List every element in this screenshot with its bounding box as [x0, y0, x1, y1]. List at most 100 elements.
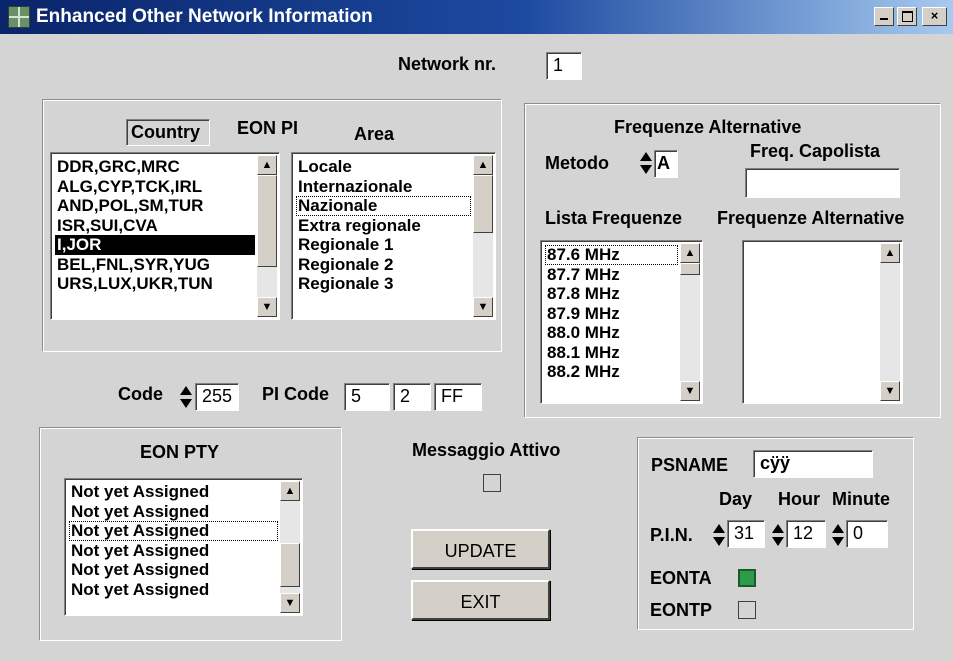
list-item[interactable]: AND,POL,SM,TUR [55, 196, 255, 216]
list-item[interactable]: 88.0 MHz [545, 323, 678, 343]
list-item[interactable]: URS,LUX,UKR,TUN [55, 274, 255, 294]
scroll-down-arrow-icon[interactable]: ▼ [280, 593, 300, 613]
list-item[interactable]: 87.6 MHz [545, 245, 678, 265]
scroll-up-arrow-icon[interactable]: ▲ [680, 243, 700, 263]
scroll-thumb[interactable] [680, 263, 700, 275]
day-spin-icon[interactable] [713, 522, 725, 548]
metodo-field[interactable]: A [654, 150, 678, 178]
list-item[interactable]: Not yet Assigned [69, 580, 278, 600]
list-item[interactable]: 87.8 MHz [545, 284, 678, 304]
network-label: Network nr. [398, 54, 497, 74]
code-field[interactable]: 255 [195, 383, 239, 411]
list-item[interactable]: Not yet Assigned [69, 541, 278, 561]
eontp-label: EONTP [650, 600, 713, 620]
scroll-up-arrow-icon[interactable]: ▲ [280, 481, 300, 501]
eonta-label: EONTA [650, 568, 712, 588]
minimize-button[interactable] [874, 7, 894, 26]
list-item[interactable]: Not yet Assigned [69, 502, 278, 522]
hour-field[interactable]: 12 [786, 520, 826, 548]
pi-code-field-3[interactable]: FF [434, 383, 482, 411]
list-item[interactable]: ALG,CYP,TCK,IRL [55, 177, 255, 197]
psname-field[interactable]: cÿÿ [753, 450, 873, 478]
metodo-spin-icon[interactable] [640, 150, 652, 176]
eontp-checkbox[interactable] [738, 601, 756, 619]
list-item[interactable]: DDR,GRC,MRC [55, 157, 255, 177]
area-header: Area [354, 124, 395, 144]
list-item[interactable]: Not yet Assigned [69, 560, 278, 580]
pty-scrollbar[interactable]: ▲ ▼ [280, 481, 300, 613]
scroll-down-arrow-icon[interactable]: ▼ [257, 297, 277, 317]
pin-label: P.I.N. [650, 525, 693, 545]
list-item[interactable]: ISR,SUI,CVA [55, 216, 255, 236]
pty-items: Not yet Assigned Not yet Assigned Not yet … [69, 482, 278, 599]
maximize-button[interactable] [897, 7, 917, 26]
area-list[interactable]: Locale Internazionale Nazionale Extra regio… [291, 152, 496, 320]
scroll-thumb[interactable] [257, 175, 277, 267]
update-button[interactable]: UPDATE [411, 529, 550, 569]
window-title: Enhanced Other Network Information [36, 6, 373, 27]
country-scrollbar[interactable]: ▲ ▼ [257, 155, 277, 317]
list-item[interactable]: Regionale 1 [296, 235, 471, 255]
scroll-thumb[interactable] [473, 175, 493, 233]
freq-group-title: Frequenze Alternative [614, 117, 802, 137]
pi-code-field-1[interactable]: 5 [344, 383, 390, 411]
list-item[interactable]: Nazionale [296, 196, 471, 216]
lista-frequenze-label: Lista Frequenze [545, 208, 683, 228]
minute-label: Minute [832, 489, 890, 509]
country-header[interactable]: Country [126, 119, 210, 146]
list-item[interactable]: Regionale 3 [296, 274, 471, 294]
list-item[interactable]: Internazionale [296, 177, 471, 197]
list-item[interactable]: Locale [296, 157, 471, 177]
scroll-up-arrow-icon[interactable]: ▲ [257, 155, 277, 175]
area-items: Locale Internazionale Nazionale Extra regio… [296, 157, 471, 294]
list-item[interactable]: I,JOR [55, 235, 255, 255]
alt-scrollbar[interactable]: ▲ ▼ [880, 243, 900, 401]
country-items: DDR,GRC,MRC ALG,CYP,TCK,IRL AND,POL,SM,TUR… [55, 157, 255, 294]
eon-pty-title: EON PTY [140, 442, 220, 462]
app-icon [8, 6, 30, 28]
minute-field[interactable]: 0 [846, 520, 888, 548]
scroll-down-arrow-icon[interactable]: ▼ [473, 297, 493, 317]
day-field[interactable]: 31 [727, 520, 765, 548]
scroll-thumb[interactable] [280, 543, 300, 587]
list-item[interactable]: 88.1 MHz [545, 343, 678, 363]
scroll-up-arrow-icon[interactable]: ▲ [880, 243, 900, 263]
list-item[interactable]: Not yet Assigned [69, 521, 278, 541]
frequenze-alternative-list[interactable]: ▲ ▼ [742, 240, 903, 404]
network-field[interactable]: 1 [546, 52, 582, 80]
messaggio-label: Messaggio Attivo [412, 440, 561, 460]
code-label: Code [118, 384, 163, 404]
code-spin-icon[interactable] [180, 384, 192, 410]
eonta-checkbox[interactable] [738, 569, 756, 587]
eon-window: Enhanced Other Network Information × Net… [0, 0, 953, 661]
day-label: Day [719, 489, 753, 509]
scroll-up-arrow-icon[interactable]: ▲ [473, 155, 493, 175]
capolista-field[interactable] [745, 168, 900, 198]
area-scrollbar[interactable]: ▲ ▼ [473, 155, 493, 317]
eon-pty-list[interactable]: Not yet Assigned Not yet Assigned Not yet … [64, 478, 303, 616]
pi-code-field-2[interactable]: 2 [393, 383, 431, 411]
exit-button[interactable]: EXIT [411, 580, 550, 620]
minimize-icon [880, 18, 888, 20]
eon-pi-title: EON PI [237, 118, 299, 138]
list-item[interactable]: 88.2 MHz [545, 362, 678, 382]
list-item[interactable]: Regionale 2 [296, 255, 471, 275]
hour-spin-icon[interactable] [772, 522, 784, 548]
lista-scrollbar[interactable]: ▲ ▼ [680, 243, 700, 401]
minute-spin-icon[interactable] [832, 522, 844, 548]
list-item[interactable]: Extra regionale [296, 216, 471, 236]
country-list[interactable]: DDR,GRC,MRC ALG,CYP,TCK,IRL AND,POL,SM,TUR… [50, 152, 280, 320]
title-bar[interactable]: Enhanced Other Network Information × [0, 0, 953, 34]
capolista-label: Freq. Capolista [750, 141, 881, 161]
scroll-down-arrow-icon[interactable]: ▼ [880, 381, 900, 401]
close-button[interactable]: × [922, 7, 947, 26]
exit-label: EXIT [460, 592, 501, 612]
pi-code-label: PI Code [262, 384, 330, 404]
list-item[interactable]: BEL,FNL,SYR,YUG [55, 255, 255, 275]
scroll-down-arrow-icon[interactable]: ▼ [680, 381, 700, 401]
list-item[interactable]: Not yet Assigned [69, 482, 278, 502]
list-item[interactable]: 87.9 MHz [545, 304, 678, 324]
lista-frequenze-list[interactable]: 87.6 MHz 87.7 MHz 87.8 MHz 87.9 MHz 88.0 MHz… [540, 240, 703, 404]
list-item[interactable]: 87.7 MHz [545, 265, 678, 285]
messaggio-checkbox[interactable] [483, 474, 501, 492]
